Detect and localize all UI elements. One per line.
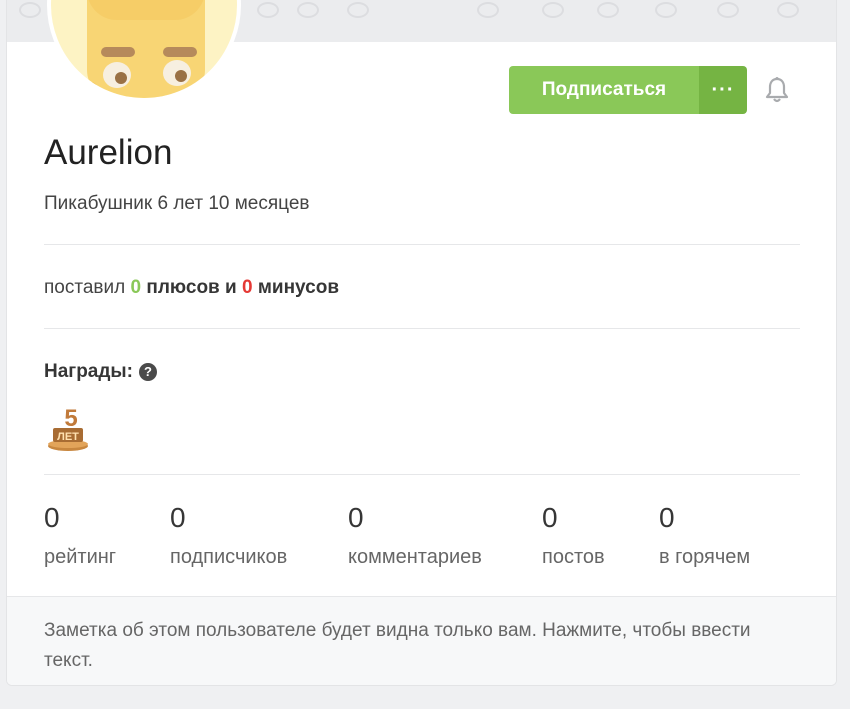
stat-label: подписчиков [170,546,288,568]
stat-value: 0 [170,502,186,533]
stat-value: 0 [348,502,364,533]
cheese-character-avatar-icon [85,0,205,98]
stat-posts[interactable]: 0 постов [542,502,605,569]
stat-label: постов [542,546,605,568]
profile-card: Подписаться ··· Aurelion Пикабушник 6 ле… [6,0,837,686]
divider [44,474,800,475]
divider [44,328,800,329]
tenure-text: Пикабушник 6 лет 10 месяцев [44,193,310,214]
user-note-field[interactable]: Заметка об этом пользователе будет видна… [7,596,836,685]
user-note-text: Заметка об этом пользователе будет видна… [44,620,751,671]
cover-pattern [717,2,739,18]
cover-pattern [597,2,619,18]
cover-pattern [347,2,369,18]
cover-pattern [542,2,564,18]
cover-pattern [477,2,499,18]
subscribe-group: Подписаться ··· [509,66,747,114]
5-years-trophy-icon[interactable]: ЛЕТ 5 [45,400,91,452]
stat-label: в горячем [659,546,751,568]
plus-label: плюсов и [146,277,237,298]
stat-value: 0 [44,502,60,533]
award-text: ЛЕТ [57,431,79,443]
votes-summary: поставил 0 плюсов и 0 минусов [44,277,339,299]
award-number: 5 [64,405,77,432]
plus-count: 0 [130,277,142,298]
minus-label: минусов [257,277,340,298]
question-circle-icon[interactable]: ? [139,363,157,381]
cover-pattern [777,2,799,18]
stat-label: рейтинг [44,546,117,568]
more-options-button[interactable]: ··· [699,66,747,114]
stat-value: 0 [542,502,558,533]
cover-pattern [297,2,319,18]
stat-subscribers[interactable]: 0 подписчиков [170,502,287,569]
username: Aurelion [44,133,173,172]
awards-title: Награды: [44,361,133,382]
cover-pattern [19,2,41,18]
more-dots-icon: ··· [711,78,735,101]
cover-pattern [257,2,279,18]
stat-rating[interactable]: 0 рейтинг [44,502,116,569]
awards-heading: Награды: ? [44,361,157,383]
cover-pattern [655,2,677,18]
avatar[interactable] [47,0,241,102]
bell-icon[interactable] [763,76,791,104]
stat-hot[interactable]: 0 в горячем [659,502,750,569]
subscribe-button[interactable]: Подписаться [509,66,699,114]
stat-comments[interactable]: 0 комментариев [348,502,482,569]
votes-prefix: поставил [44,277,126,298]
stat-value: 0 [659,502,675,533]
stat-label: комментариев [348,546,482,568]
minus-count: 0 [241,277,253,298]
divider [44,244,800,245]
